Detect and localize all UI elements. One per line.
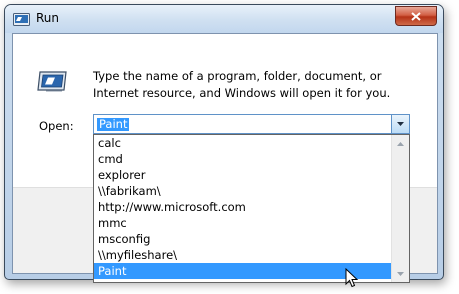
combobox-dropdown-button[interactable] [391, 115, 409, 133]
open-input-value[interactable]: Paint [97, 118, 130, 131]
list-item[interactable]: msconfig [94, 231, 392, 247]
list-item[interactable]: \\fabrikam\ [94, 183, 392, 199]
list-item[interactable]: http://www.microsoft.com [94, 199, 392, 215]
close-icon [411, 11, 421, 21]
mouse-cursor-icon [345, 268, 359, 288]
list-item[interactable]: mmc [94, 215, 392, 231]
list-item[interactable]: explorer [94, 167, 392, 183]
list-item[interactable]: cmd [94, 151, 392, 167]
scroll-up-button[interactable] [392, 135, 409, 152]
run-app-icon [37, 71, 67, 92]
run-app-icon [13, 13, 30, 26]
dropdown-items: calc cmd explorer \\fabrikam\ http://www… [94, 135, 392, 282]
title-bar[interactable]: Run [5, 5, 443, 33]
list-item[interactable]: calc [94, 135, 392, 151]
scroll-down-arrow-icon [397, 271, 404, 276]
dropdown-scrollbar[interactable] [391, 135, 409, 282]
chevron-down-icon [397, 122, 404, 126]
scroll-down-button[interactable] [392, 265, 409, 282]
open-label: Open: [39, 119, 74, 133]
description-text: Type the name of a program, folder, docu… [93, 69, 391, 100]
window-title: Run [36, 11, 60, 25]
list-item[interactable]: \\myfileshare\ [94, 247, 392, 263]
history-dropdown-list[interactable]: calc cmd explorer \\fabrikam\ http://www… [93, 134, 410, 283]
scroll-up-arrow-icon [397, 141, 404, 146]
run-dialog: Run Type the name of a program, folder, … [4, 4, 444, 283]
open-combobox[interactable]: Paint [93, 114, 410, 134]
dialog-body: Type the name of a program, folder, docu… [12, 33, 438, 283]
close-button[interactable] [395, 6, 437, 26]
